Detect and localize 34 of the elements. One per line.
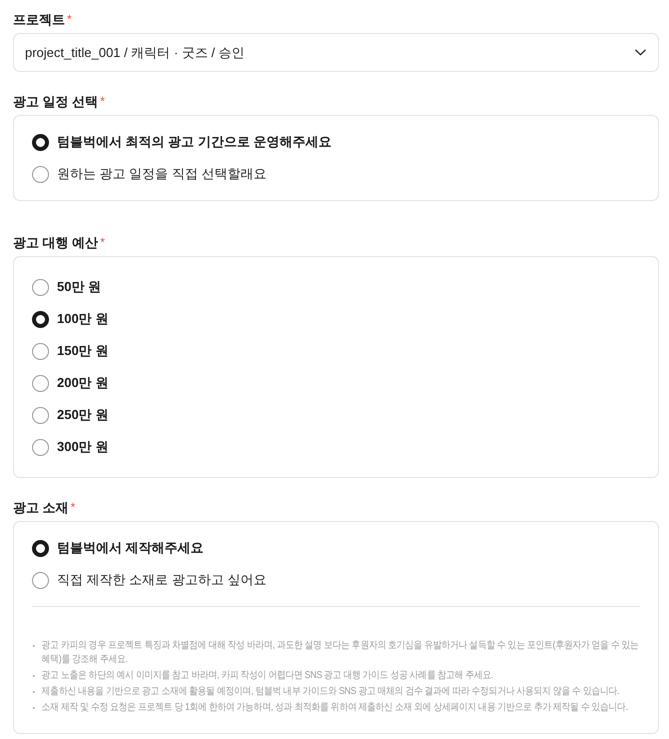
note-text: 광고 노출은 하단의 예시 이미지를 참고 바라며, 카피 작성이 어렵다면 SNS 광고 대행 가이드 성공 사례를 참고해 주세요. (42, 669, 494, 683)
required-mark: * (70, 499, 76, 515)
option-label[interactable]: 250만 원 (57, 406, 108, 424)
radio-button[interactable] (32, 406, 49, 424)
radio-button[interactable] (32, 374, 49, 392)
radio-button[interactable] (32, 310, 49, 328)
required-mark: * (67, 11, 72, 27)
option-label[interactable]: 200만 원 (57, 374, 108, 392)
note-text: 소재 제작 및 수정 요청은 프로젝트 당 1회에 한하여 가능하며, 성과 최적화를 위하여 제출하신 소재 외에 상세페이지 내용 기반으로 추가 제작될 수 있습니다. (42, 701, 628, 715)
field-label: 프로젝트 (13, 11, 65, 29)
option-label[interactable]: 텀블벅에서 제작해주세요 (57, 539, 204, 557)
option-label[interactable]: 50만 원 (57, 278, 102, 296)
option-label[interactable]: 텀블벅에서 최적의 광고 기간으로 운영해주세요 (57, 133, 332, 151)
radio-button[interactable] (32, 342, 49, 360)
radio-button[interactable] (32, 572, 49, 588)
radio-button[interactable] (32, 540, 49, 556)
chevron-down-icon (635, 49, 646, 56)
option-label[interactable]: 직접 제작한 소재로 광고하고 싶어요 (57, 571, 266, 589)
field-label: 광고 대행 예산 (13, 234, 98, 252)
option-label[interactable]: 150만 원 (57, 342, 108, 360)
radio-button[interactable] (32, 278, 49, 296)
project-select[interactable]: project_title_001 / 캐릭터 · 굿즈 / 승인 (13, 33, 659, 72)
note-text: 제출하신 내용을 기반으로 광고 소재에 활용될 예정이며, 텀블벅 내부 가이드와 SNS 광고 매체의 검수 결과에 따라 수정되거나 사용되지 않을 수 있습니다. (42, 685, 620, 699)
option-label[interactable]: 원하는 광고 일정을 직접 선택할래요 (57, 165, 266, 183)
radio-button[interactable] (32, 166, 49, 182)
required-mark: * (100, 234, 105, 250)
option-label[interactable]: 300만 원 (57, 438, 108, 456)
field-label: 광고 일정 선택 (13, 93, 98, 111)
radio-button[interactable] (32, 134, 49, 150)
note-text: 광고 카피의 경우 프로젝트 특징과 차별점에 대해 작성 바라며, 과도한 설명 보다는 후원자의 호기심을 유발하거나 설득할 수 있는 포인트(후원자가 얻을 수 있는 혜택)를 강조해 주세요. (42, 639, 640, 667)
radio-button[interactable] (32, 438, 49, 456)
required-mark: * (100, 93, 105, 109)
option-label[interactable]: 100만 원 (57, 310, 108, 328)
field-label: 광고 소재 (13, 499, 69, 517)
